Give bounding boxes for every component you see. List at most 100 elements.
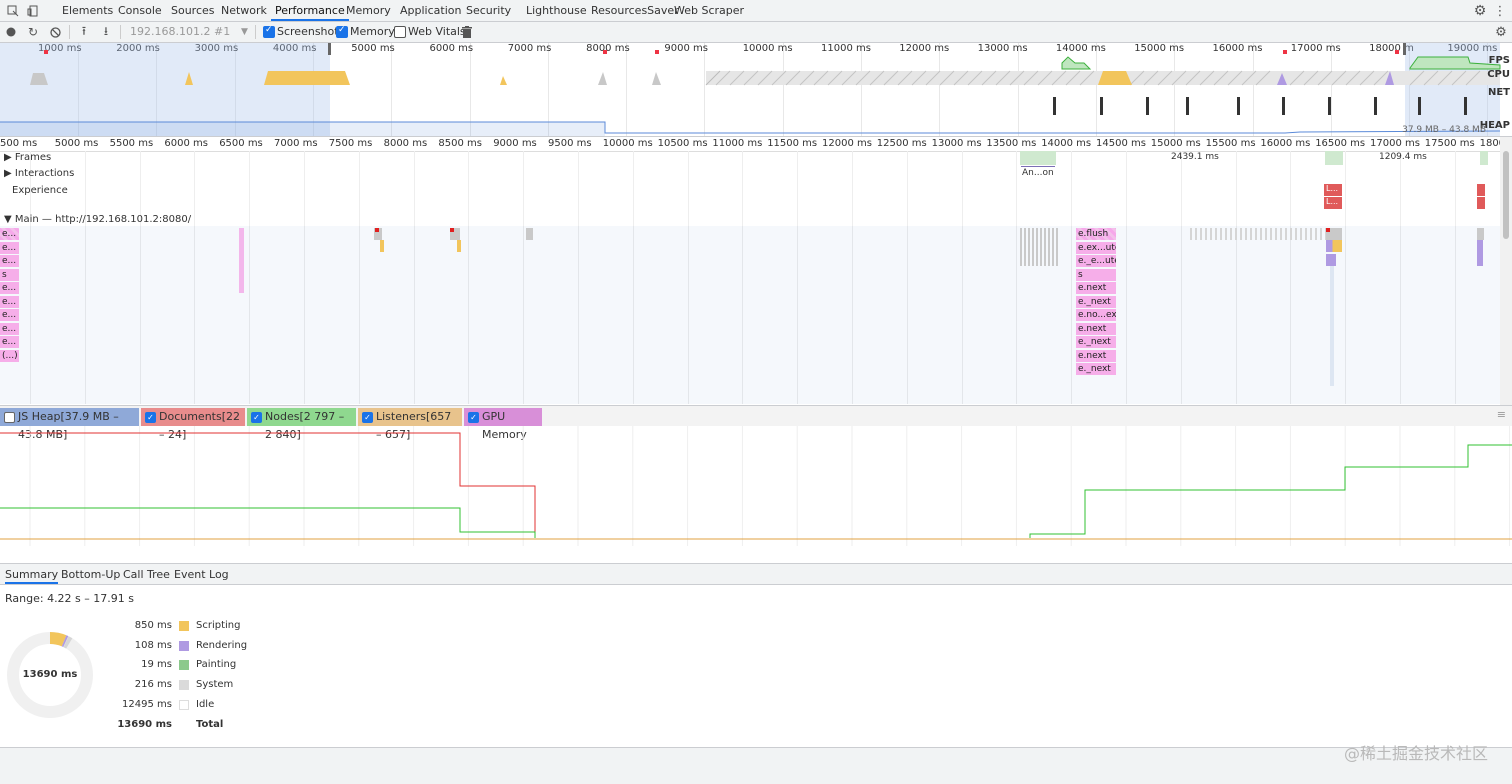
- record-icon[interactable]: [5, 25, 17, 39]
- flame-event[interactable]: (...): [0, 349, 19, 362]
- main-flame-chart[interactable]: e... e... e... s e... e... e... e... e... (...) e…: [0, 226, 1500, 404]
- flame-event[interactable]: e.ex...ute: [1076, 241, 1116, 254]
- counter-toggle[interactable]: ✓ Documents[22 – 24]: [141, 408, 245, 441]
- cpu-label: CPU: [1487, 69, 1510, 80]
- clear-icon[interactable]: [48, 25, 62, 39]
- counter-toggle[interactable]: ✓ GPU Memory: [464, 408, 542, 441]
- tab-network[interactable]: Network: [217, 0, 271, 21]
- counter-toggle[interactable]: ✓ Nodes[2 797 – 2 840]: [247, 408, 356, 441]
- flame-event[interactable]: e...: [0, 295, 19, 308]
- load-profile-icon[interactable]: ⭱: [77, 24, 91, 39]
- flame-event[interactable]: e...: [0, 241, 19, 254]
- web-vitals-checkbox[interactable]: [394, 26, 406, 38]
- task-block[interactable]: [1477, 240, 1483, 266]
- tab-performance[interactable]: Performance: [271, 0, 349, 21]
- counter-checkbox[interactable]: ✓: [362, 412, 373, 423]
- counter-checkbox[interactable]: ✓: [468, 412, 479, 423]
- flame-event[interactable]: e.flush: [1076, 228, 1116, 240]
- flame-event[interactable]: e._next: [1076, 363, 1116, 375]
- screenshots-checkbox[interactable]: [263, 25, 275, 38]
- drag-handle-icon[interactable]: ≡: [1497, 408, 1506, 421]
- flame-event[interactable]: e.no...ext: [1076, 309, 1116, 321]
- flame-scrollbar[interactable]: [1500, 137, 1512, 405]
- track-gridline: [413, 151, 415, 226]
- flame-event[interactable]: e._next: [1076, 295, 1116, 308]
- frame-block[interactable]: [1480, 151, 1488, 165]
- task-block[interactable]: [526, 228, 533, 240]
- details-tab-bottom-up[interactable]: Bottom-Up: [61, 568, 120, 581]
- flame-event[interactable]: e._next: [1076, 336, 1116, 348]
- more-menu-icon[interactable]: ⋮: [1494, 3, 1507, 19]
- tab-console[interactable]: Console: [114, 0, 166, 21]
- task-cluster[interactable]: [1020, 228, 1058, 266]
- task-cluster[interactable]: [1190, 228, 1330, 240]
- tab-security[interactable]: Security: [462, 0, 515, 21]
- collect-garbage-icon[interactable]: [460, 25, 474, 39]
- timeline-overview[interactable]: 1000 ms 2000 ms 3000 ms 4000 ms 5000 ms 6000 …: [0, 43, 1512, 137]
- flame-event[interactable]: e...: [0, 309, 19, 321]
- track-gridline: [961, 151, 963, 226]
- interactions-track[interactable]: ▶ Interactions: [4, 168, 74, 179]
- flame-event[interactable]: s: [1076, 268, 1116, 281]
- layout-shift-block[interactable]: [1477, 184, 1485, 196]
- frame-duration: 1209.4 ms: [1379, 152, 1427, 162]
- main-thread-track[interactable]: ▼ Main — http://192.168.101.2:8080/: [4, 214, 191, 225]
- capture-settings-gear-icon[interactable]: ⚙: [1494, 25, 1508, 40]
- flame-event[interactable]: e...: [0, 255, 19, 267]
- details-tab-call-tree[interactable]: Call Tree: [123, 568, 170, 581]
- flame-event[interactable]: s: [0, 268, 19, 281]
- experience-track: Experience: [12, 185, 68, 196]
- ruler-tick-label: 11500 ms: [767, 138, 818, 149]
- interaction-label[interactable]: An...on: [1022, 168, 1054, 178]
- frame-block[interactable]: [1020, 151, 1056, 165]
- task-block[interactable]: [239, 228, 244, 293]
- details-tab-event-log[interactable]: Event Log: [174, 568, 229, 581]
- tab-web-scraper[interactable]: Web Scraper: [670, 0, 748, 21]
- layout-shift-block[interactable]: L...: [1324, 184, 1342, 196]
- tab-resourcessaver[interactable]: ResourcesSaver: [587, 0, 683, 21]
- tab-memory[interactable]: Memory: [342, 0, 395, 21]
- reload-record-icon[interactable]: ↻: [26, 25, 40, 39]
- flame-event[interactable]: e._e...ute: [1076, 255, 1116, 267]
- counter-checkbox[interactable]: ✓: [145, 412, 156, 423]
- counter-toggle[interactable]: JS Heap[37.9 MB – 43.8 MB]: [0, 408, 139, 441]
- track-gridline: [358, 151, 360, 226]
- layout-shift-block[interactable]: [1477, 197, 1485, 209]
- chevron-down-icon[interactable]: ▼: [241, 27, 248, 37]
- frame-block[interactable]: [1325, 151, 1343, 165]
- track-gridline: [1235, 151, 1237, 226]
- task-block[interactable]: [457, 240, 461, 252]
- flame-event[interactable]: e.next: [1076, 282, 1116, 294]
- task-block[interactable]: [1477, 228, 1484, 240]
- settings-gear-icon[interactable]: ⚙: [1472, 3, 1488, 19]
- track-gridline: [194, 151, 196, 226]
- layout-shift-block[interactable]: L...: [1324, 197, 1342, 209]
- tab-elements[interactable]: Elements: [58, 0, 117, 21]
- task-block[interactable]: [1330, 266, 1334, 386]
- tab-lighthouse[interactable]: Lighthouse: [522, 0, 591, 21]
- scrollbar-thumb[interactable]: [1503, 151, 1509, 239]
- flame-event[interactable]: e...: [0, 282, 19, 294]
- web-vitals-label: Web Vitals: [408, 25, 466, 38]
- memory-checkbox[interactable]: [336, 25, 348, 38]
- details-tab-summary[interactable]: Summary: [5, 568, 59, 584]
- task-block[interactable]: [380, 240, 384, 252]
- flame-event[interactable]: e...: [0, 322, 19, 335]
- device-toolbar-icon[interactable]: [26, 4, 40, 18]
- profile-select[interactable]: 192.168.101.2 #1: [130, 25, 230, 38]
- tab-application[interactable]: Application: [396, 0, 465, 21]
- counter-toggle[interactable]: ✓ Listeners[657 – 657]: [358, 408, 462, 441]
- flame-event[interactable]: e.next: [1076, 322, 1116, 335]
- task-block[interactable]: [1326, 240, 1342, 252]
- frames-track[interactable]: ▶ Frames: [4, 152, 51, 163]
- tab-sources[interactable]: Sources: [167, 0, 219, 21]
- counter-checkbox[interactable]: ✓: [251, 412, 262, 423]
- flame-event[interactable]: e.next: [1076, 349, 1116, 362]
- counter-checkbox[interactable]: [4, 412, 15, 423]
- flame-event[interactable]: e...: [0, 228, 19, 240]
- summary-category: Scripting: [196, 620, 241, 631]
- flame-event[interactable]: e...: [0, 336, 19, 348]
- save-profile-icon[interactable]: ⭳: [99, 24, 113, 39]
- inspect-element-icon[interactable]: [6, 4, 20, 18]
- task-block[interactable]: [1326, 254, 1336, 266]
